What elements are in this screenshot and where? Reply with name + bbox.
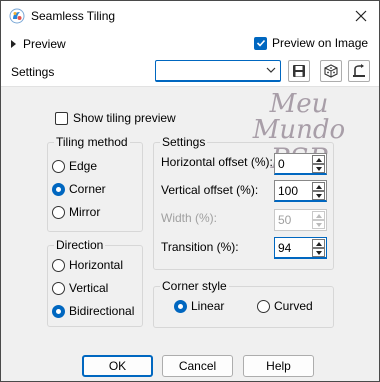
down-arrow-icon — [312, 220, 325, 229]
watermark-line1: Meu Mundo — [252, 89, 346, 145]
preview-expander[interactable]: Preview — [11, 37, 66, 51]
tiling-method-legend: Tiling method — [54, 135, 130, 149]
spinner-arrows — [312, 239, 325, 257]
corner-style-curved-label: Curved — [274, 299, 313, 313]
cancel-button[interactable]: Cancel — [162, 355, 233, 377]
vertical-offset-label: Vertical offset (%): — [161, 183, 259, 197]
up-arrow-icon[interactable] — [312, 155, 325, 164]
vertical-offset-spinner[interactable]: 100 — [274, 180, 327, 202]
up-arrow-icon[interactable] — [312, 239, 325, 248]
corner-style-legend: Corner style — [160, 279, 229, 293]
vertical-offset-value: 100 — [278, 184, 299, 198]
preview-on-image-label: Preview on Image — [272, 36, 369, 50]
paintshop-app-icon — [9, 8, 25, 24]
corner-style-linear-radio[interactable]: Linear — [174, 299, 224, 313]
up-arrow-icon[interactable] — [312, 182, 325, 191]
direction-group: Direction Horizontal Vertical Bidirectio… — [47, 238, 143, 327]
direction-vertical-label: Vertical — [69, 281, 109, 295]
transition-spinner[interactable]: 94 — [274, 237, 327, 259]
seamless-tiling-dialog: Seamless Tiling Preview Preview on Image… — [0, 0, 380, 382]
tiling-method-group: Tiling method Edge Corner Mirror — [47, 135, 143, 232]
up-arrow-icon — [312, 211, 325, 220]
radio-selected-icon — [174, 299, 187, 313]
direction-bidirectional-radio[interactable]: Bidirectional — [52, 304, 134, 318]
reset-button[interactable] — [348, 60, 370, 82]
corner-style-linear-label: Linear — [191, 299, 225, 313]
transition-label: Transition (%): — [161, 240, 239, 254]
offset-settings-legend: Settings — [160, 135, 208, 149]
reset-arrow-icon — [353, 64, 365, 77]
help-button[interactable]: Help — [243, 355, 314, 377]
close-button[interactable] — [347, 4, 375, 28]
spinner-arrows — [312, 211, 325, 229]
horizontal-offset-label: Horizontal offset (%): — [161, 155, 273, 169]
close-icon — [355, 10, 367, 22]
expand-triangle-icon — [11, 40, 16, 48]
radio-button-icon — [52, 205, 65, 219]
checkmark-icon — [254, 36, 267, 50]
tiling-method-corner-radio[interactable]: Corner — [52, 182, 106, 196]
tiling-method-mirror-label: Mirror — [69, 205, 101, 219]
radio-button-icon — [52, 159, 65, 173]
radio-button-icon — [257, 299, 270, 313]
ok-button[interactable]: OK — [82, 355, 153, 377]
width-value: 50 — [278, 213, 292, 227]
corner-style-curved-radio[interactable]: Curved — [257, 299, 313, 313]
show-tiling-preview-checkbox[interactable]: Show tiling preview — [55, 111, 176, 125]
corner-style-group: Corner style Linear Curved — [153, 279, 334, 328]
dice-icon — [324, 64, 338, 78]
settings-label: Settings — [11, 65, 55, 79]
spinner-arrows — [312, 182, 325, 200]
preview-on-image-checkbox[interactable]: Preview on Image — [254, 36, 368, 50]
preview-label: Preview — [23, 37, 66, 51]
chevron-down-icon — [266, 67, 276, 73]
title-bar: Seamless Tiling — [1, 1, 379, 31]
direction-bidirectional-label: Bidirectional — [69, 304, 135, 318]
save-preset-button[interactable] — [288, 60, 310, 82]
down-arrow-icon[interactable] — [312, 191, 325, 200]
radio-button-icon — [52, 281, 65, 295]
radio-selected-icon — [52, 304, 65, 318]
window-title: Seamless Tiling — [31, 9, 116, 23]
offset-settings-group: Settings Horizontal offset (%): 0 Vertic… — [153, 135, 334, 270]
transition-value: 94 — [278, 241, 292, 255]
down-arrow-icon[interactable] — [312, 248, 325, 257]
presets-bar: Settings — [1, 55, 379, 87]
preview-bar: Preview Preview on Image — [1, 31, 379, 55]
checkbox-box — [55, 111, 68, 125]
horizontal-offset-value: 0 — [278, 157, 285, 171]
tiling-method-edge-radio[interactable]: Edge — [52, 159, 97, 173]
horizontal-offset-spinner[interactable]: 0 — [274, 153, 327, 175]
preset-dropdown[interactable] — [155, 60, 281, 82]
radio-button-icon — [52, 258, 65, 272]
randomize-button[interactable] — [320, 60, 342, 82]
width-label: Width (%): — [161, 211, 218, 225]
width-spinner: 50 — [274, 209, 327, 231]
down-arrow-icon[interactable] — [312, 164, 325, 173]
spinner-arrows — [312, 155, 325, 173]
tiling-method-edge-label: Edge — [69, 159, 98, 173]
tiling-method-mirror-radio[interactable]: Mirror — [52, 205, 100, 219]
show-tiling-preview-label: Show tiling preview — [73, 111, 176, 125]
direction-horizontal-label: Horizontal — [69, 258, 124, 272]
direction-horizontal-radio[interactable]: Horizontal — [52, 258, 123, 272]
direction-legend: Direction — [54, 238, 106, 252]
radio-selected-icon — [52, 182, 65, 196]
tiling-method-corner-label: Corner — [69, 182, 106, 196]
floppy-disk-icon — [293, 65, 305, 77]
direction-vertical-radio[interactable]: Vertical — [52, 281, 108, 295]
